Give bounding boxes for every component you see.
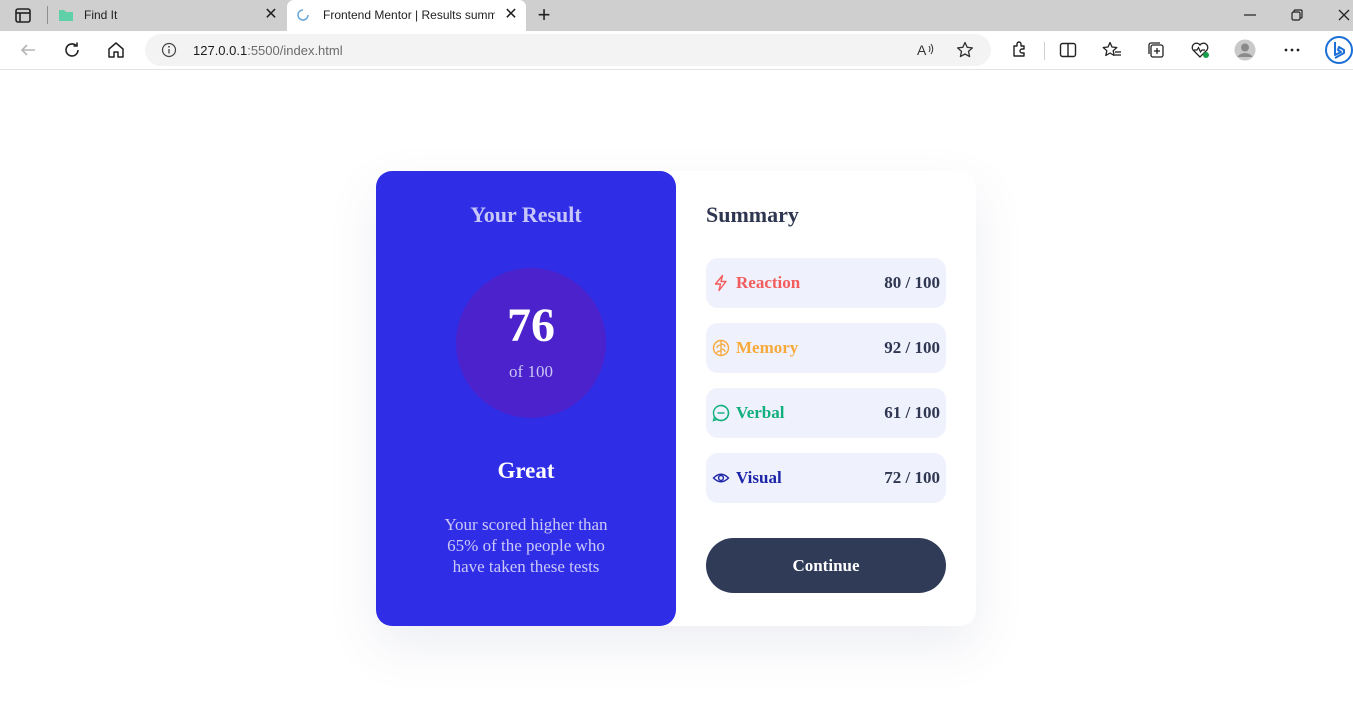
- more-options-icon[interactable]: [1281, 39, 1303, 61]
- memory-score: 92 / 100: [884, 338, 940, 358]
- summary-item-memory: Memory 92 / 100: [706, 323, 946, 373]
- visual-label: Visual: [736, 468, 782, 487]
- lightning-icon: [712, 274, 730, 292]
- tab-actions-menu-icon[interactable]: [12, 6, 34, 26]
- memory-score-max: / 100: [901, 338, 940, 357]
- profile-avatar-icon[interactable]: [1234, 39, 1256, 61]
- new-tab-button[interactable]: +: [534, 4, 554, 26]
- summary-heading: Summary: [706, 202, 799, 227]
- refresh-icon[interactable]: [61, 39, 83, 61]
- url-text[interactable]: 127.0.0.1:5500/index.html: [193, 43, 343, 58]
- extensions-icon[interactable]: [1008, 39, 1030, 61]
- memory-label: Memory: [736, 338, 799, 357]
- split-screen-icon[interactable]: [1057, 39, 1079, 61]
- toolbar-separator: [1044, 42, 1045, 60]
- folder-icon: [58, 8, 74, 22]
- verbal-score: 61 / 100: [884, 403, 940, 423]
- memory-score-value: 92: [884, 338, 902, 357]
- url-host: 127.0.0.1: [193, 43, 248, 58]
- minimize-icon[interactable]: [1238, 4, 1262, 26]
- rating-label: Great: [497, 458, 555, 483]
- back-arrow-icon[interactable]: [17, 39, 39, 61]
- read-aloud-icon[interactable]: A: [916, 40, 936, 60]
- verbal-score-value: 61: [884, 403, 902, 422]
- chat-bubble-icon: [712, 404, 730, 422]
- brain-icon: [712, 339, 730, 357]
- visual-score: 72 / 100: [884, 468, 940, 488]
- visual-score-max: / 100: [901, 468, 940, 487]
- continue-button[interactable]: Continue: [706, 538, 946, 593]
- loading-icon: [295, 8, 311, 22]
- result-description: Your scored higher than 65% of the peopl…: [444, 515, 608, 576]
- home-icon[interactable]: [105, 39, 127, 61]
- verbal-label: Verbal: [736, 403, 785, 422]
- results-summary-card: Your Result 76 of 100 Great Your scored …: [376, 171, 976, 626]
- summary-item-reaction: Reaction 80 / 100: [706, 258, 946, 308]
- tab-title: Find It: [84, 8, 118, 22]
- score-circle: 76 of 100: [456, 268, 606, 418]
- bing-copilot-icon[interactable]: [1324, 35, 1353, 65]
- reaction-score-value: 80: [884, 273, 902, 292]
- summary-item-visual: Visual 72 / 100: [706, 453, 946, 503]
- summary-panel: Summary Reaction 80 / 100 Memory 92 / 10…: [676, 171, 976, 626]
- result-panel: Your Result 76 of 100 Great Your scored …: [376, 171, 676, 626]
- collections-icon[interactable]: [1145, 39, 1167, 61]
- favorite-star-icon[interactable]: [955, 40, 975, 60]
- tab-title: Frontend Mentor | Results summary compon…: [323, 8, 495, 22]
- tab-separator: [47, 6, 48, 24]
- close-tab-icon[interactable]: ✕: [264, 6, 278, 24]
- browser-toolbar: 127.0.0.1:5500/index.html A: [0, 31, 1353, 70]
- reaction-score-max: / 100: [901, 273, 940, 292]
- eye-icon: [712, 469, 730, 487]
- visual-score-value: 72: [884, 468, 902, 487]
- score-of-total: of 100: [509, 362, 553, 381]
- summary-item-verbal: Verbal 61 / 100: [706, 388, 946, 438]
- restore-icon[interactable]: [1285, 4, 1309, 26]
- info-icon[interactable]: [161, 42, 177, 58]
- result-heading: Your Result: [470, 202, 582, 227]
- browser-tab-bar: Find It ✕ Frontend Mentor | Results summ…: [0, 0, 1353, 31]
- url-path: :5500/index.html: [247, 43, 343, 58]
- tab-frontend-mentor[interactable]: Frontend Mentor | Results summary compon…: [287, 0, 526, 31]
- verbal-score-max: / 100: [901, 403, 940, 422]
- score-value: 76: [507, 299, 555, 352]
- reaction-label: Reaction: [736, 273, 801, 292]
- address-bar[interactable]: 127.0.0.1:5500/index.html A: [145, 34, 991, 66]
- browser-essentials-icon[interactable]: [1189, 39, 1211, 61]
- tab-find-it[interactable]: Find It ✕: [50, 0, 286, 31]
- close-window-icon[interactable]: [1332, 4, 1353, 26]
- favorites-icon[interactable]: [1101, 39, 1123, 61]
- reaction-score: 80 / 100: [884, 273, 940, 293]
- svg-text:A: A: [917, 42, 927, 58]
- close-tab-icon[interactable]: ✕: [504, 6, 518, 24]
